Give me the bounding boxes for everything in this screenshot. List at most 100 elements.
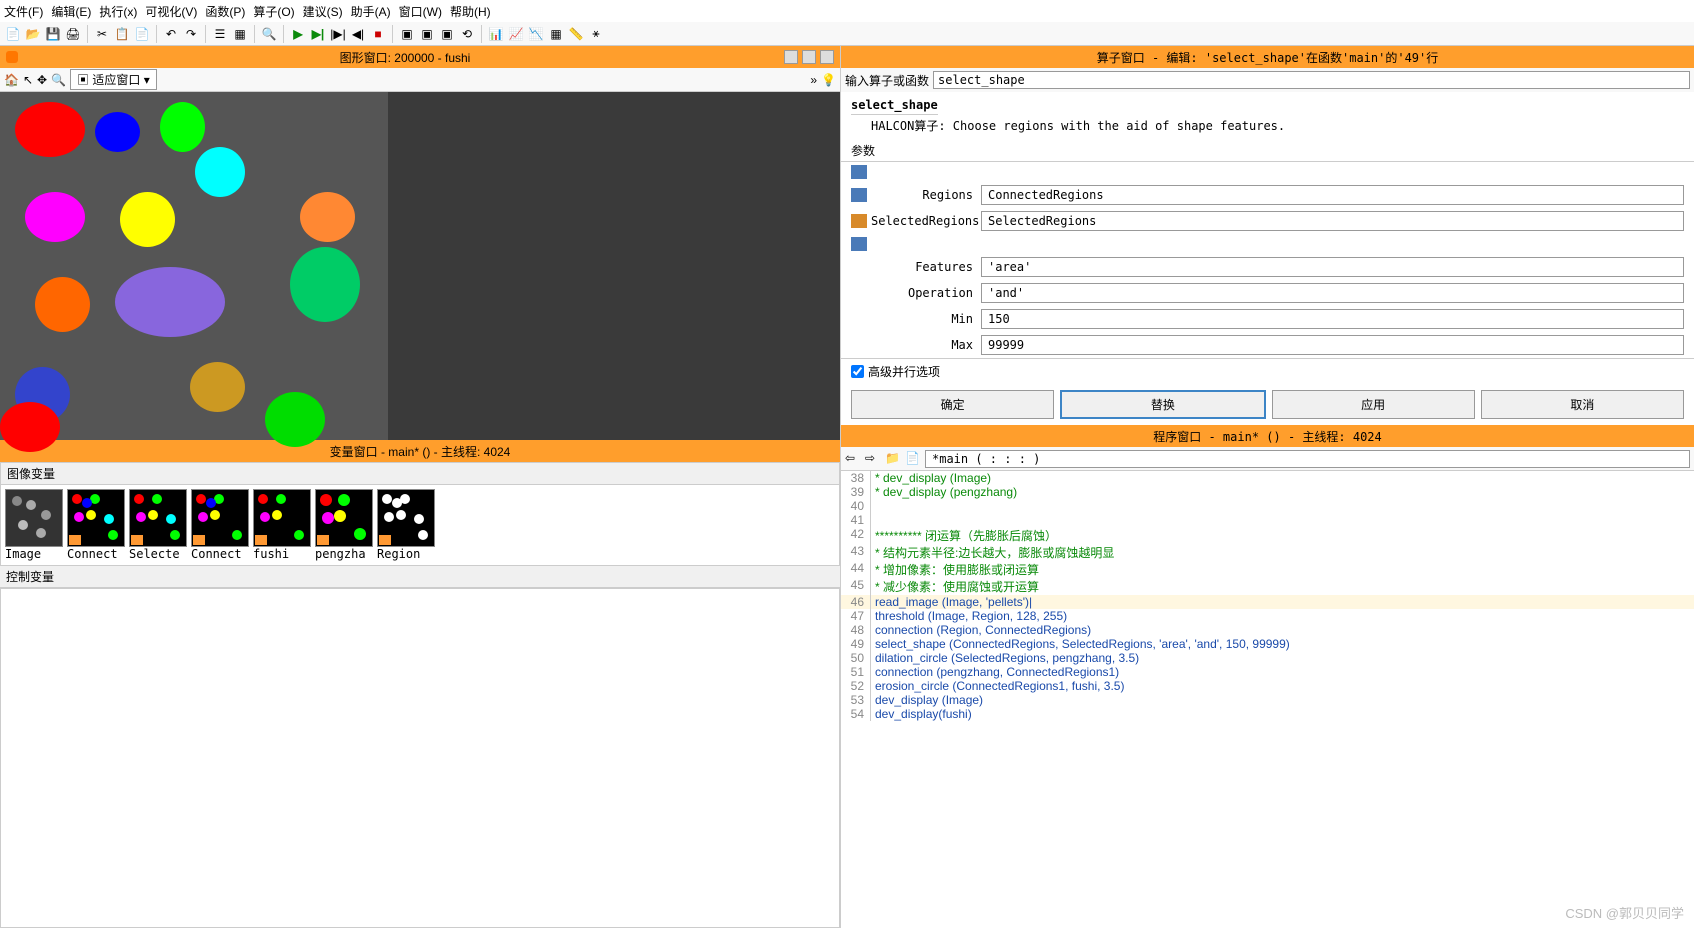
operator-search-input[interactable] xyxy=(933,71,1690,89)
menu-help[interactable]: 帮助(H) xyxy=(450,3,491,20)
save-icon[interactable]: 💾 xyxy=(44,25,62,43)
find-icon[interactable]: 🔍 xyxy=(260,25,278,43)
param-regions-input[interactable] xyxy=(981,185,1684,205)
advanced-checkbox[interactable] xyxy=(851,365,864,378)
code-editor[interactable]: 38* dev_display (Image)39* dev_display (… xyxy=(841,471,1694,928)
window2-icon[interactable]: ▣ xyxy=(418,25,436,43)
table-icon[interactable]: ▦ xyxy=(547,25,565,43)
ok-button[interactable]: 确定 xyxy=(851,390,1054,419)
param-selected: SelectedRegions xyxy=(841,208,1694,234)
thumb-connect[interactable]: Connect xyxy=(67,489,125,561)
close-button[interactable] xyxy=(820,50,834,64)
code-line[interactable]: 44* 增加像素：使用膨胀或闭运算 xyxy=(841,561,1694,578)
menu-exec[interactable]: 执行(x) xyxy=(99,3,137,20)
back-icon[interactable]: ⇦ xyxy=(845,451,861,467)
redo-icon[interactable]: ↷ xyxy=(182,25,200,43)
pointer-icon[interactable]: ↖ xyxy=(23,73,33,87)
menu-assist[interactable]: 助手(A) xyxy=(351,3,391,20)
undo-icon[interactable]: ↶ xyxy=(162,25,180,43)
chart3-icon[interactable]: 📉 xyxy=(527,25,545,43)
code-line[interactable]: 52erosion_circle (ConnectedRegions1, fus… xyxy=(841,679,1694,693)
step-in-icon[interactable]: ◀| xyxy=(349,25,367,43)
stop-icon[interactable]: ■ xyxy=(369,25,387,43)
step-over-icon[interactable]: |▶| xyxy=(329,25,347,43)
fit-window-button[interactable]: ▣ 适应窗口 ▾ xyxy=(70,69,157,90)
code-line[interactable]: 43* 结构元素半径:边长越大，膨胀或腐蚀越明显 xyxy=(841,544,1694,561)
menu-window[interactable]: 窗口(W) xyxy=(399,3,442,20)
replace-button[interactable]: 替换 xyxy=(1060,390,1265,419)
menu-suggest[interactable]: 建议(S) xyxy=(303,3,343,20)
code-line[interactable]: 38* dev_display (Image) xyxy=(841,471,1694,485)
code-line[interactable]: 49select_shape (ConnectedRegions, Select… xyxy=(841,637,1694,651)
step-icon[interactable]: ▶| xyxy=(309,25,327,43)
code-line[interactable]: 45* 减少像素：使用腐蚀或开运算 xyxy=(841,578,1694,595)
thumb-connect2[interactable]: Connect xyxy=(191,489,249,561)
param-features-input[interactable] xyxy=(981,257,1684,277)
code-line[interactable]: 50dilation_circle (SelectedRegions, peng… xyxy=(841,651,1694,665)
thumb-region[interactable]: Region xyxy=(377,489,435,561)
cancel-button[interactable]: 取消 xyxy=(1481,390,1684,419)
print-icon[interactable]: 🖨 xyxy=(64,25,82,43)
list-icon[interactable]: ☰ xyxy=(211,25,229,43)
param-selected-input[interactable] xyxy=(981,211,1684,231)
code-line[interactable]: 47threshold (Image, Region, 128, 255) xyxy=(841,609,1694,623)
menu-edit[interactable]: 编辑(E) xyxy=(51,3,91,20)
thumb-image[interactable]: Image xyxy=(5,489,63,561)
home-icon[interactable]: 🏠 xyxy=(4,73,19,87)
maximize-button[interactable] xyxy=(802,50,816,64)
graphics-window-icon xyxy=(6,51,18,63)
operator-buttons: 确定 替换 应用 取消 xyxy=(841,384,1694,425)
new-icon[interactable]: 📄 xyxy=(4,25,22,43)
code-line[interactable]: 39* dev_display (pengzhang) xyxy=(841,485,1694,499)
copy-icon[interactable]: 📋 xyxy=(113,25,131,43)
tool-icon[interactable]: ⚹ xyxy=(587,25,605,43)
menu-operator[interactable]: 算子(O) xyxy=(253,3,294,20)
window3-icon[interactable]: ▣ xyxy=(438,25,456,43)
apply-button[interactable]: 应用 xyxy=(1272,390,1475,419)
reset-icon[interactable]: ⟲ xyxy=(458,25,476,43)
operator-search-label: 输入算子或函数 xyxy=(845,72,929,89)
thumb-pengzha[interactable]: pengzha xyxy=(315,489,373,561)
param-max-input[interactable] xyxy=(981,335,1684,355)
open-icon[interactable]: 📂 xyxy=(24,25,42,43)
watermark: CSDN @郭贝贝同学 xyxy=(1565,903,1684,922)
code-line[interactable]: 41 xyxy=(841,513,1694,527)
thumb-fushi[interactable]: fushi xyxy=(253,489,311,561)
menu-visual[interactable]: 可视化(V) xyxy=(145,3,197,20)
procedure-name[interactable]: *main ( : : : ) xyxy=(925,450,1690,468)
graphics-canvas[interactable] xyxy=(0,92,388,440)
code-line[interactable]: 54dev_display(fushi) xyxy=(841,707,1694,721)
advanced-options[interactable]: 高级并行选项 xyxy=(841,358,1694,384)
code-line[interactable]: 48connection (Region, ConnectedRegions) xyxy=(841,623,1694,637)
bulb-icon[interactable]: 💡 xyxy=(821,73,836,87)
param-min-input[interactable] xyxy=(981,309,1684,329)
code-line[interactable]: 40 xyxy=(841,499,1694,513)
param-min: Min xyxy=(841,306,1694,332)
code-line[interactable]: 51connection (pengzhang, ConnectedRegion… xyxy=(841,665,1694,679)
forward-icon[interactable]: ⇨ xyxy=(865,451,881,467)
paste-icon[interactable]: 📄 xyxy=(133,25,151,43)
ruler-icon[interactable]: 📏 xyxy=(567,25,585,43)
code-line[interactable]: 53dev_display (Image) xyxy=(841,693,1694,707)
more-button[interactable]: » xyxy=(810,73,817,87)
graphics-area xyxy=(0,92,840,440)
grid-icon[interactable]: ▦ xyxy=(231,25,249,43)
menu-file[interactable]: 文件(F) xyxy=(4,3,43,20)
chart1-icon[interactable]: 📊 xyxy=(487,25,505,43)
doc-icon[interactable]: 📄 xyxy=(905,451,921,467)
minimize-button[interactable] xyxy=(784,50,798,64)
move-icon[interactable]: ✥ xyxy=(37,73,47,87)
run-icon[interactable]: ▶ xyxy=(289,25,307,43)
zoom-icon[interactable]: 🔍 xyxy=(51,73,66,87)
menu-func[interactable]: 函数(P) xyxy=(205,3,245,20)
code-line[interactable]: 46read_image (Image, 'pellets')| xyxy=(841,595,1694,609)
thumb-selecte[interactable]: Selecte xyxy=(129,489,187,561)
chart2-icon[interactable]: 📈 xyxy=(507,25,525,43)
folder-icon[interactable]: 📁 xyxy=(885,451,901,467)
param-operation-input[interactable] xyxy=(981,283,1684,303)
program-nav: ⇦ ⇨ 📁 📄 *main ( : : : ) xyxy=(841,447,1694,471)
cut-icon[interactable]: ✂ xyxy=(93,25,111,43)
code-line[interactable]: 42********** 闭运算（先膨胀后腐蚀） xyxy=(841,527,1694,544)
window1-icon[interactable]: ▣ xyxy=(398,25,416,43)
image-variables-label: 图像变量 xyxy=(1,463,839,485)
